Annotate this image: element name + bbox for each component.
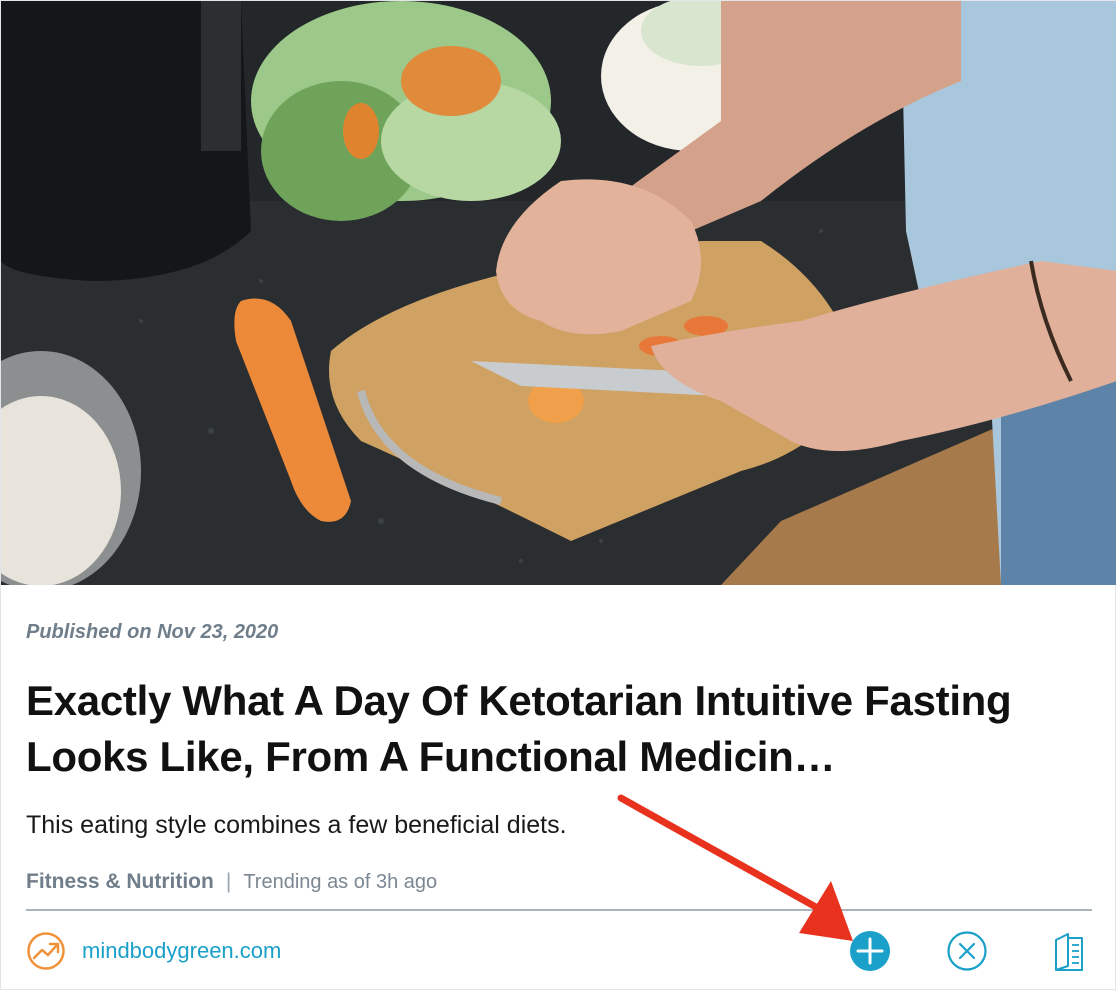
article-hero-image[interactable] (1, 1, 1116, 585)
published-date: Published on Nov 23, 2020 (26, 621, 279, 643)
article-card[interactable]: Published on Nov 23, 2020 Exactly What A… (0, 0, 1116, 990)
category-link[interactable]: Fitness & Nutrition (26, 870, 214, 894)
source-link[interactable]: mindbodygreen.com (82, 938, 281, 964)
hero-photo (1, 1, 1116, 585)
trending-up-icon (27, 932, 65, 970)
article-subtitle: This eating style combines a few benefic… (26, 811, 567, 839)
plus-circle-icon[interactable] (849, 930, 891, 972)
article-tags: Fitness & Nutrition | Trending as of 3h … (26, 870, 437, 894)
close-circle-icon[interactable] (946, 930, 988, 972)
card-footer: mindbodygreen.com (26, 929, 1092, 973)
tag-separator: | (225, 870, 232, 893)
trending-label: Trending as of 3h ago (243, 870, 438, 893)
footer-divider (26, 909, 1092, 911)
article-headline[interactable]: Exactly What A Day Of Ketotarian Intuiti… (26, 673, 1086, 785)
reader-icon[interactable] (1048, 930, 1090, 972)
